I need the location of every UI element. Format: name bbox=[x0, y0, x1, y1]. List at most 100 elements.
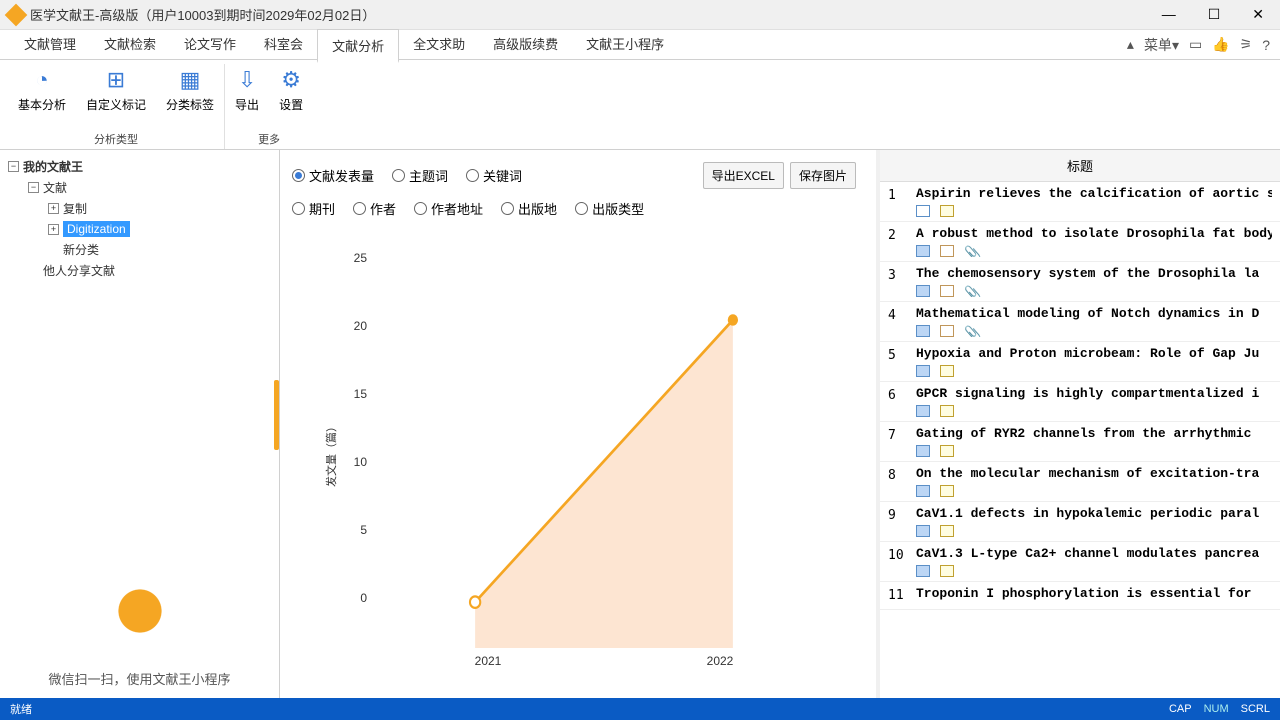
expand-icon[interactable]: + bbox=[48, 203, 59, 214]
radio-关键词[interactable]: 关键词 bbox=[466, 166, 522, 185]
right-panel: 标题 1Aspirin relieves the calcification o… bbox=[880, 150, 1280, 698]
mail-icon bbox=[916, 365, 930, 377]
note-icon bbox=[940, 445, 954, 457]
sidebar: − 我的文献王 −文献+复制+Digitization新分类他人分享文献 微信扫… bbox=[0, 150, 280, 698]
article-row[interactable]: 2A robust method to isolate Drosophila f… bbox=[880, 222, 1280, 262]
mail-icon bbox=[916, 285, 930, 297]
x-tick: 2022 bbox=[707, 654, 734, 668]
tree-item[interactable]: +复制 bbox=[4, 198, 275, 219]
doc-icon bbox=[940, 285, 954, 297]
radio-主题词[interactable]: 主题词 bbox=[392, 166, 448, 185]
radio-文献发表量[interactable]: 文献发表量 bbox=[292, 166, 374, 185]
status-text: 就绪 bbox=[10, 701, 32, 717]
mail-icon bbox=[916, 565, 930, 577]
ribbon-group-label: 更多 bbox=[258, 131, 280, 149]
radio-出版类型[interactable]: 出版类型 bbox=[575, 199, 644, 218]
radio-期刊[interactable]: 期刊 bbox=[292, 199, 335, 218]
tree-item[interactable]: +Digitization bbox=[4, 219, 275, 239]
note-icon bbox=[940, 525, 954, 537]
mail-icon bbox=[916, 445, 930, 457]
scrl-indicator: SCRL bbox=[1241, 703, 1270, 715]
mail-read-icon bbox=[916, 205, 930, 217]
article-row[interactable]: 5Hypoxia and Proton microbeam: Role of G… bbox=[880, 342, 1280, 382]
close-button[interactable]: ✕ bbox=[1244, 6, 1272, 23]
clip-icon: 📎 bbox=[964, 325, 978, 337]
tab-3[interactable]: 科室会 bbox=[250, 28, 317, 62]
y-tick: 15 bbox=[354, 387, 367, 401]
note-icon bbox=[940, 205, 954, 217]
article-row[interactable]: 4Mathematical modeling of Notch dynamics… bbox=[880, 302, 1280, 342]
scroll-indicator[interactable] bbox=[274, 380, 279, 450]
radio-作者地址[interactable]: 作者地址 bbox=[414, 199, 483, 218]
note-icon bbox=[940, 565, 954, 577]
chart-svg bbox=[372, 258, 836, 648]
cap-indicator: CAP bbox=[1169, 703, 1192, 715]
ribbon-btn[interactable]: ◔基本分析 bbox=[14, 64, 70, 117]
doc-icon bbox=[940, 325, 954, 337]
tree-item[interactable]: −文献 bbox=[4, 177, 275, 198]
like-icon[interactable]: 👍 bbox=[1212, 36, 1229, 53]
tab-4[interactable]: 文献分析 bbox=[317, 29, 399, 63]
note-icon bbox=[940, 405, 954, 417]
x-tick: 2021 bbox=[475, 654, 502, 668]
chart: 发文量（篇） 20212022 0510152025 bbox=[322, 248, 846, 688]
menubar: 文献管理文献检索论文写作科室会文献分析全文求助高级版续费文献王小程序 ▴ 菜单▾… bbox=[0, 30, 1280, 60]
titlebar: 医学文献王-高级版（用户10003到期时间2029年02月02日） — ☐ ✕ bbox=[0, 0, 1280, 30]
collapse-icon[interactable]: − bbox=[8, 161, 19, 172]
save-image-button[interactable]: 保存图片 bbox=[790, 162, 856, 189]
ribbon-btn[interactable]: ⇩导出 bbox=[231, 64, 263, 117]
qr-caption: 微信扫一扫，使用文献王小程序 bbox=[10, 669, 269, 688]
tab-1[interactable]: 文献检索 bbox=[90, 28, 170, 62]
maximize-button[interactable]: ☐ bbox=[1200, 6, 1229, 23]
expand-icon[interactable]: + bbox=[48, 224, 59, 235]
y-tick: 25 bbox=[354, 251, 367, 265]
minimize-button[interactable]: — bbox=[1154, 6, 1184, 23]
expand-icon[interactable]: − bbox=[28, 182, 39, 193]
y-tick: 20 bbox=[354, 319, 367, 333]
statusbar: 就绪 CAP NUM SCRL bbox=[0, 698, 1280, 720]
tab-6[interactable]: 高级版续费 bbox=[479, 28, 572, 62]
ribbon-btn[interactable]: ⊞自定义标记 bbox=[82, 64, 150, 117]
article-row[interactable]: 1Aspirin relieves the calcification of a… bbox=[880, 182, 1280, 222]
y-tick: 0 bbox=[360, 591, 367, 605]
window-title: 医学文献王-高级版（用户10003到期时间2029年02月02日） bbox=[30, 5, 1154, 24]
qr-code bbox=[90, 561, 190, 661]
y-axis-label: 发文量（篇） bbox=[323, 421, 339, 487]
mail-icon bbox=[916, 325, 930, 337]
article-row[interactable]: 9CaV1.1 defects in hypokalemic periodic … bbox=[880, 502, 1280, 542]
tab-0[interactable]: 文献管理 bbox=[10, 28, 90, 62]
article-row[interactable]: 11Troponin I phosphorylation is essentia… bbox=[880, 582, 1280, 610]
tree: − 我的文献王 −文献+复制+Digitization新分类他人分享文献 bbox=[0, 150, 279, 551]
note-icon bbox=[940, 365, 954, 377]
tree-item[interactable]: 新分类 bbox=[4, 239, 275, 260]
tree-root[interactable]: − 我的文献王 bbox=[4, 156, 275, 177]
pin-icon[interactable]: ▴ bbox=[1127, 36, 1134, 53]
ribbon-btn[interactable]: ▦分类标签 bbox=[162, 64, 218, 117]
ribbon-btn[interactable]: ⚙设置 bbox=[275, 64, 307, 117]
tab-2[interactable]: 论文写作 bbox=[170, 28, 250, 62]
tab-5[interactable]: 全文求助 bbox=[399, 28, 479, 62]
tab-7[interactable]: 文献王小程序 bbox=[572, 28, 678, 62]
help-icon[interactable]: ? bbox=[1262, 37, 1270, 53]
article-row[interactable]: 7Gating of RYR2 channels from the arrhyt… bbox=[880, 422, 1280, 462]
app-icon bbox=[5, 3, 28, 26]
article-row[interactable]: 6GPCR signaling is highly compartmentali… bbox=[880, 382, 1280, 422]
layout-icon[interactable]: ▭ bbox=[1189, 36, 1202, 53]
radio-出版地[interactable]: 出版地 bbox=[501, 199, 557, 218]
tree-item[interactable]: 他人分享文献 bbox=[4, 260, 275, 281]
article-row[interactable]: 3The chemosensory system of the Drosophi… bbox=[880, 262, 1280, 302]
mail-icon bbox=[916, 245, 930, 257]
radio-作者[interactable]: 作者 bbox=[353, 199, 396, 218]
export-excel-button[interactable]: 导出EXCEL bbox=[703, 162, 784, 189]
article-row[interactable]: 8On the molecular mechanism of excitatio… bbox=[880, 462, 1280, 502]
num-indicator: NUM bbox=[1204, 703, 1229, 715]
article-row[interactable]: 10CaV1.3 L-type Ca2+ channel modulates p… bbox=[880, 542, 1280, 582]
ribbon-group-label: 分析类型 bbox=[94, 131, 138, 149]
mail-icon bbox=[916, 405, 930, 417]
note-icon bbox=[940, 485, 954, 497]
ribbon: ◔基本分析⊞自定义标记▦分类标签 分析类型 ⇩导出 ⚙设置 更多 bbox=[0, 60, 1280, 150]
list-header: 标题 bbox=[880, 150, 1280, 182]
center-panel: 文献发表量主题词关键词 导出EXCEL保存图片 期刊作者作者地址出版地出版类型 发… bbox=[280, 150, 880, 698]
menu-dropdown[interactable]: 菜单▾ bbox=[1144, 35, 1179, 55]
rss-icon[interactable]: ⚞ bbox=[1240, 36, 1253, 53]
